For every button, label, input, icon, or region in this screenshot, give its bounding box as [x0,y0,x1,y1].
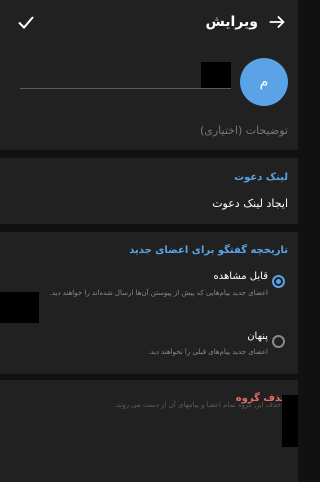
check-icon[interactable] [14,10,38,34]
redacted-box [282,395,298,447]
redacted-box [0,292,39,323]
option-visible-desc: اعضای جدید پیام‌هایی که پیش از پیوستن آن… [49,289,268,297]
top-bar: ویرایش [0,0,298,46]
group-avatar[interactable]: م [240,58,288,106]
invite-link-section [0,158,298,224]
create-invite-link-item[interactable]: ایجاد لینک دعوت [212,197,288,210]
description-field[interactable]: توضیحات (اختیاری) [200,124,288,137]
option-hidden-desc: اعضای جدید پیام‌های قبلی را نخواهند دید. [147,348,268,356]
page-title: ویرایش [205,14,258,30]
option-hidden-title[interactable]: پنهان [247,331,268,342]
group-name-field[interactable] [20,88,231,89]
back-arrow-icon[interactable] [266,11,288,33]
delete-group-desc: حذف این گروه تمام اعضا و پیامهای آن از د… [114,401,281,409]
avatar-letter: م [259,74,269,90]
radio-hidden[interactable] [272,335,285,348]
radio-visible[interactable] [272,275,285,288]
option-visible-title[interactable]: قابل مشاهده [214,271,268,282]
invite-link-header: لینک دعوت [234,172,288,183]
history-header: تاریخچه گفتگو برای اعضای جدید [129,245,288,256]
redacted-box [201,62,231,89]
